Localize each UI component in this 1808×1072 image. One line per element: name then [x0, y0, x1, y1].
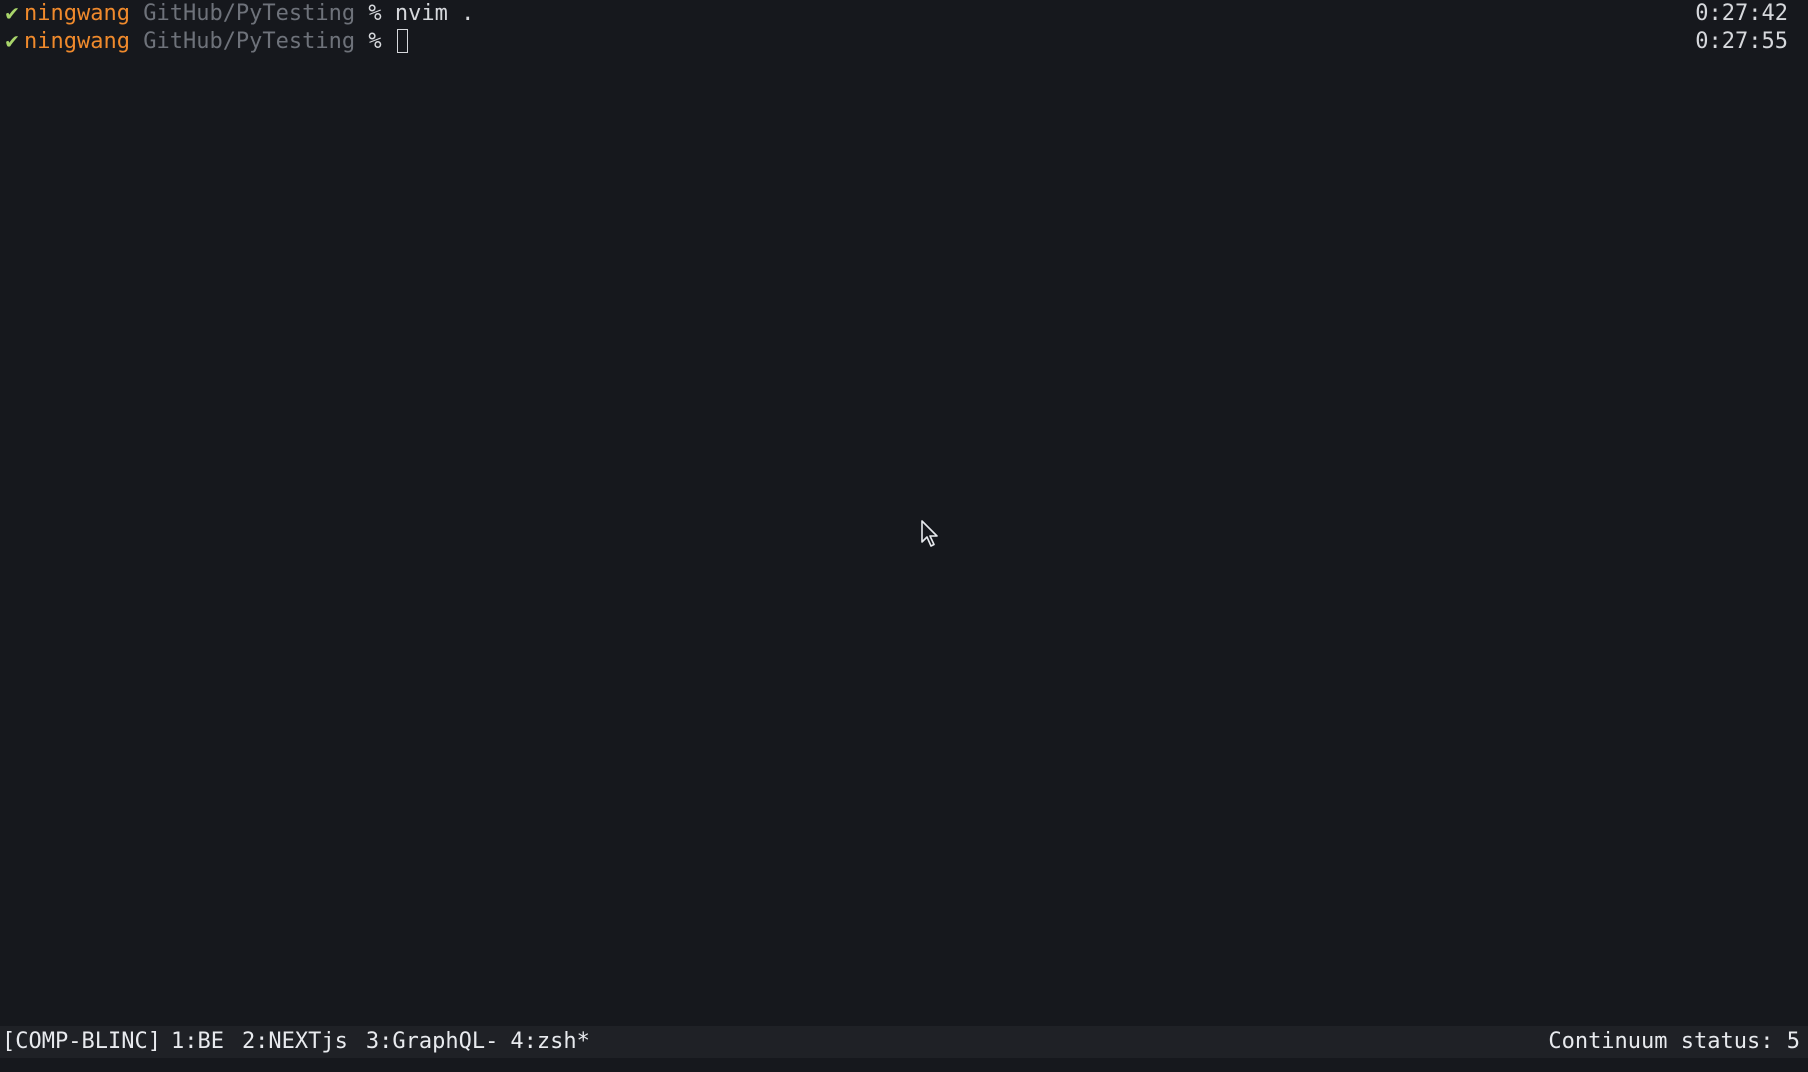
prompt-path: GitHub/PyTesting — [143, 29, 356, 54]
window-tab-graphql[interactable]: 3:GraphQL- — [366, 1026, 498, 1058]
prompt-symbol: % — [368, 1, 382, 26]
text-cursor-block — [396, 29, 408, 53]
terminal-window[interactable]: ✔ ningwang GitHub/PyTesting % nvim . 0:27:… — [0, 0, 1808, 1026]
window-tab-zsh[interactable]: 4:zsh* — [510, 1026, 589, 1058]
prompt-timestamp: 0:27:42 — [1695, 1, 1788, 26]
continuum-status: Continuum status: 5 — [1548, 1029, 1800, 1054]
command-text: nvim . — [394, 1, 475, 26]
prompt-path: GitHub/PyTesting — [143, 1, 356, 26]
terminal-line: ✔ ningwang GitHub/PyTesting % 0:27:55 — [0, 28, 1808, 56]
session-name: [COMP-BLINC] — [2, 1029, 161, 1054]
success-check-icon: ✔ — [5, 1, 19, 26]
prompt-user: ningwang — [24, 1, 130, 26]
window-bottom-margin — [0, 1058, 1808, 1072]
success-check-icon: ✔ — [5, 29, 19, 54]
prompt-symbol: % — [368, 29, 382, 54]
tmux-status-bar: [COMP-BLINC] 1:BE 2:NEXTjs 3:GraphQL- 4:zsh*… — [0, 1026, 1808, 1058]
prompt-user: ningwang — [24, 29, 130, 54]
prompt-timestamp: 0:27:55 — [1695, 29, 1788, 54]
mouse-pointer-icon — [921, 520, 938, 547]
status-left: [COMP-BLINC] 1:BE 2:NEXTjs 3:GraphQL- 4:zsh* — [2, 1026, 608, 1058]
window-tab-be[interactable]: 1:BE — [171, 1026, 224, 1058]
terminal-line: ✔ ningwang GitHub/PyTesting % nvim . 0:27:… — [0, 0, 1808, 28]
window-tab-nextjs[interactable]: 2:NEXTjs — [242, 1026, 348, 1058]
